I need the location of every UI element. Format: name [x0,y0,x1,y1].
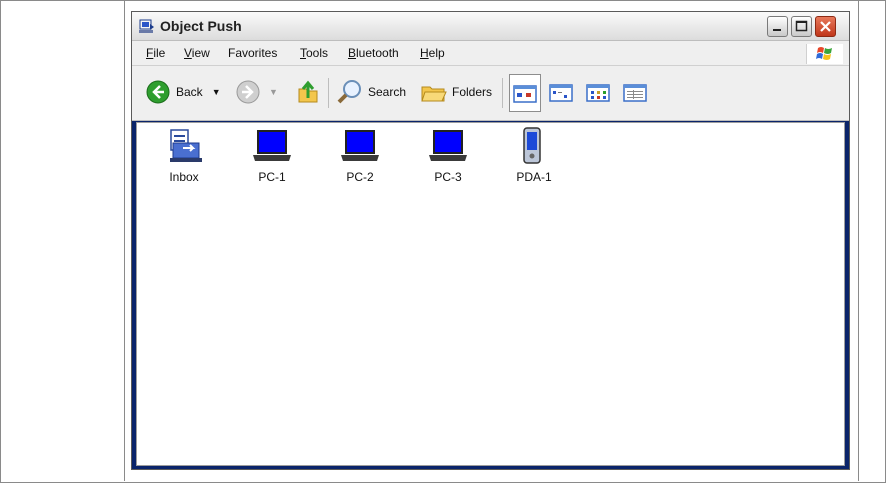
object-push-app-icon [139,19,154,33]
back-dropdown-icon[interactable]: ▼ [212,87,221,97]
forward-dropdown-icon[interactable]: ▼ [269,87,278,97]
close-button[interactable] [815,16,836,37]
back-button[interactable]: Back ▼ [146,80,221,104]
file-list-pane[interactable]: Inbox PC-1 PC-2 PC-3 PDA-1 [136,122,845,466]
item-inbox[interactable]: Inbox [149,127,219,191]
maximize-button[interactable] [791,16,812,37]
pda-icon [523,127,541,164]
thumbnails-view-icon [513,85,537,103]
close-icon [820,21,831,32]
search-button[interactable]: Search [336,80,406,104]
menu-bluetooth[interactable]: Bluetooth [348,46,399,60]
up-folder-icon [298,80,318,103]
maximize-icon [795,20,808,32]
menu-favorites[interactable]: Favorites [228,46,277,60]
window-title: Object Push [160,18,242,34]
view-tiles-button[interactable] [546,74,578,112]
laptop-icon [253,130,291,161]
laptop-icon [429,130,467,161]
toolbar-separator [502,78,503,108]
title-bar[interactable]: Object Push [132,12,849,41]
view-icons-button[interactable] [583,74,615,112]
icons-view-icon [586,84,610,102]
search-icon [337,80,361,104]
menu-file[interactable]: File [146,46,165,60]
item-pda-1[interactable]: PDA-1 [499,127,569,191]
forward-button[interactable]: ▼ [236,80,278,104]
item-pc-3[interactable]: PC-3 [413,127,483,191]
folders-icon [421,86,447,102]
windows-logo-icon [806,44,843,64]
item-pc-2[interactable]: PC-2 [325,127,395,191]
laptop-icon [341,130,379,161]
minimize-icon [773,29,781,31]
folders-button[interactable]: Folders [420,80,492,104]
toolbar: Back ▼ ▼ Search Folders [132,66,849,121]
back-arrow-icon [146,80,170,104]
menu-tools[interactable]: Tools [300,46,328,60]
menu-view[interactable]: View [184,46,210,60]
forward-arrow-icon [236,80,260,104]
object-push-window: Object Push File View Favorites Tools Bl… [131,11,850,470]
view-thumbnails-button[interactable] [509,74,541,112]
up-folder-button[interactable] [296,80,320,104]
view-details-button[interactable] [620,74,652,112]
toolbar-separator [328,78,329,108]
left-column-divider [124,0,125,481]
tiles-view-icon [549,84,573,102]
inbox-icon [170,129,202,162]
item-pc-1[interactable]: PC-1 [237,127,307,191]
minimize-button[interactable] [767,16,788,37]
menu-bar: File View Favorites Tools Bluetooth Help [132,41,849,66]
details-view-icon [623,84,647,102]
right-column-divider [858,0,859,481]
menu-help[interactable]: Help [420,46,445,60]
